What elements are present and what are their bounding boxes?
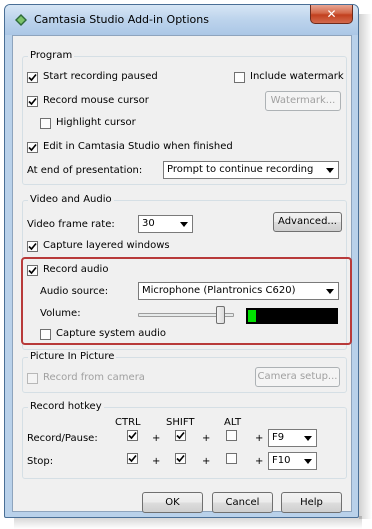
stop-alt-checkbox[interactable]: [226, 453, 237, 464]
record-audio-label: Record audio: [43, 264, 109, 275]
audio-level-meter-fill: [248, 310, 256, 322]
include-watermark-checkbox[interactable]: [234, 72, 245, 83]
record-mouse-cursor-label: Record mouse cursor: [43, 95, 149, 106]
audio-source-label: Audio source:: [40, 286, 109, 297]
record-pause-ctrl-checkbox[interactable]: [127, 430, 138, 441]
video-audio-legend: Video and Audio: [28, 194, 114, 205]
capture-layered-windows-checkbox[interactable]: [27, 241, 38, 252]
chevron-down-icon: [324, 164, 336, 176]
edit-when-finished-label: Edit in Camtasia Studio when finished: [43, 141, 233, 152]
window-title: Camtasia Studio Add-in Options: [34, 13, 209, 26]
check-mark-icon: [128, 431, 137, 440]
start-recording-paused-label: Start recording paused: [43, 71, 158, 82]
close-button[interactable]: ✕: [310, 5, 353, 24]
edit-when-finished-checkbox[interactable]: [27, 142, 38, 153]
record-from-camera-checkbox[interactable]: [27, 373, 38, 384]
stop-key-value: F10: [272, 455, 291, 466]
shift-column-header: SHIFT: [166, 417, 195, 428]
cancel-button[interactable]: Cancel: [212, 492, 273, 513]
frame-rate-value: 30: [142, 218, 155, 229]
ctrl-column-header: CTRL: [115, 417, 141, 428]
capture-system-audio-label: Capture system audio: [56, 328, 166, 339]
record-audio-checkbox[interactable]: [27, 265, 38, 276]
check-mark-icon: [128, 454, 137, 463]
advanced-button[interactable]: Advanced...: [273, 212, 342, 232]
dialog-client-area: Program Start recording paused Include w…: [12, 35, 352, 513]
chevron-down-icon: [178, 218, 190, 230]
ok-button[interactable]: OK: [142, 492, 203, 513]
camera-setup-button[interactable]: Camera setup...: [255, 367, 340, 387]
pip-legend: Picture In Picture: [28, 351, 117, 362]
camtasia-app-icon: [15, 14, 27, 26]
volume-slider-thumb[interactable]: [216, 306, 226, 324]
frame-rate-label: Video frame rate:: [27, 219, 115, 230]
highlight-cursor-label: Highlight cursor: [56, 117, 136, 128]
record-pause-key-value: F9: [272, 432, 285, 443]
end-of-presentation-value: Prompt to continue recording: [167, 164, 314, 175]
plus-sign: +: [202, 456, 211, 467]
end-of-presentation-select[interactable]: Prompt to continue recording: [163, 161, 339, 179]
plus-sign: +: [202, 433, 211, 444]
watermark-button[interactable]: Watermark...: [265, 91, 341, 111]
chevron-down-icon: [302, 432, 314, 444]
stop-key-select[interactable]: F10: [268, 452, 317, 470]
audio-source-value: Microphone (Plantronics C620): [142, 285, 296, 296]
frame-rate-select[interactable]: 30: [138, 215, 193, 233]
record-pause-shift-checkbox[interactable]: [175, 430, 186, 441]
check-mark-icon: [28, 143, 37, 152]
check-mark-icon: [28, 73, 37, 82]
program-legend: Program: [28, 50, 75, 61]
audio-source-select[interactable]: Microphone (Plantronics C620): [138, 282, 339, 300]
alt-column-header: ALT: [224, 417, 242, 428]
check-mark-icon: [176, 431, 185, 440]
end-of-presentation-label: At end of presentation:: [27, 165, 143, 176]
record-from-camera-label: Record from camera: [43, 372, 145, 383]
record-pause-hotkey-label: Record/Pause:: [27, 433, 98, 444]
capture-system-audio-checkbox[interactable]: [40, 329, 51, 340]
check-mark-icon: [28, 97, 37, 106]
audio-level-meter: [246, 308, 338, 324]
stop-ctrl-checkbox[interactable]: [127, 453, 138, 464]
close-icon: ✕: [326, 7, 337, 21]
check-mark-icon: [176, 454, 185, 463]
record-pause-key-select[interactable]: F9: [268, 429, 317, 447]
record-mouse-cursor-checkbox[interactable]: [27, 96, 38, 107]
chevron-down-icon: [302, 455, 314, 467]
window-shadow-right: [359, 14, 372, 519]
check-mark-icon: [28, 242, 37, 251]
plus-sign: +: [255, 456, 264, 467]
record-pause-alt-checkbox[interactable]: [226, 430, 237, 441]
dialog-window: Camtasia Studio Add-in Options ✕ Program…: [4, 4, 359, 518]
chevron-down-icon: [324, 285, 336, 297]
start-recording-paused-checkbox[interactable]: [27, 72, 38, 83]
plus-sign: +: [255, 433, 264, 444]
include-watermark-label: Include watermark: [250, 71, 344, 82]
stop-hotkey-label: Stop:: [27, 456, 54, 467]
plus-sign: +: [152, 433, 161, 444]
help-button[interactable]: Help: [281, 492, 342, 513]
title-bar[interactable]: Camtasia Studio Add-in Options ✕: [5, 5, 358, 35]
check-mark-icon: [28, 266, 37, 275]
plus-sign: +: [152, 456, 161, 467]
highlight-cursor-checkbox[interactable]: [40, 118, 51, 129]
capture-layered-windows-label: Capture layered windows: [43, 240, 170, 251]
hotkey-legend: Record hotkey: [28, 401, 104, 412]
stop-shift-checkbox[interactable]: [175, 453, 186, 464]
volume-label: Volume:: [40, 308, 81, 319]
